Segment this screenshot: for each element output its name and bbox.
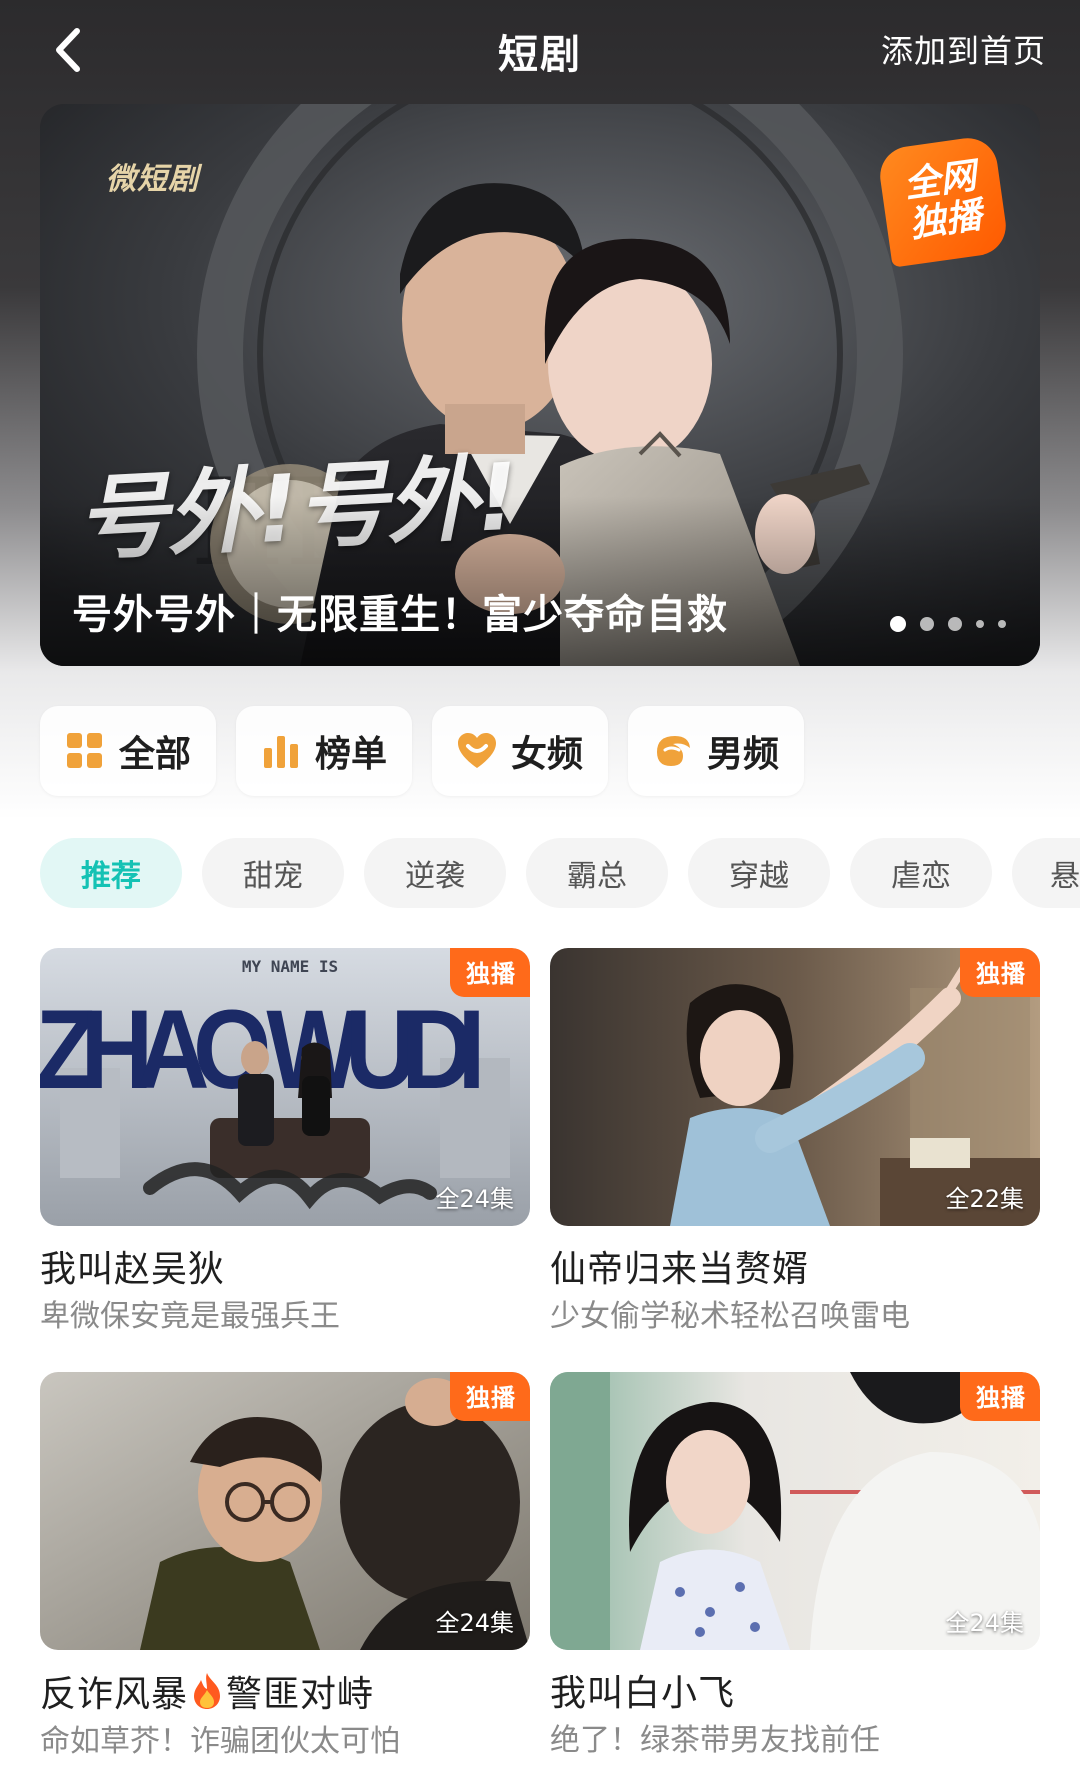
drama-subtitle: 卑微保安竟是最强兵王	[40, 1299, 340, 1334]
grid-icon	[65, 731, 105, 771]
category-male[interactable]: 男频	[628, 706, 804, 796]
poster-top-text: MY NAME IS	[242, 957, 338, 976]
drama-title[interactable]: 我叫赵吴狄	[40, 1248, 530, 1292]
exclusive-tag: 独播	[960, 948, 1040, 997]
drama-title[interactable]: 我叫白小飞	[550, 1672, 1040, 1716]
top-bar: 短剧 添加到首页	[0, 0, 1080, 98]
drama-subtitle: 绝了！绿茶带男友找前任	[550, 1723, 880, 1758]
drama-thumbnail[interactable]: 独播 全24集	[550, 1372, 1040, 1650]
drama-title-part-2: 警匪对峙	[226, 1674, 375, 1715]
short-drama-page: 短剧 添加到首页 微短剧 全网 独播 号外号外｜无限重生！富少夺命自救 全部 榜…	[0, 0, 1080, 1773]
category-female[interactable]: 女频	[432, 706, 608, 796]
banner-brand-logo: 微短剧	[106, 162, 199, 197]
banner-caption-shade	[40, 496, 1040, 666]
featured-banner[interactable]: III 微短剧 全网 独播 号外!号外! 号外	[40, 104, 1040, 666]
exclusive-badge: 全网 独播	[876, 134, 1010, 268]
episode-count: 全24集	[945, 1609, 1024, 1637]
episode-count: 全22集	[945, 1185, 1024, 1213]
drama-title-part-1: 反诈风暴	[40, 1674, 189, 1715]
genre-tabs: 推荐 甜宠 逆袭 霸总 穿越 虐恋 悬	[40, 838, 1080, 908]
category-shortcuts: 全部 榜单 女频 男频	[40, 706, 804, 796]
drama-subtitle: 命如草芥！诈骗团伙太可怕	[40, 1724, 400, 1759]
drama-thumbnail[interactable]: 独播 全22集	[550, 948, 1040, 1226]
carousel-dot-1[interactable]	[890, 616, 906, 632]
drama-thumbnail[interactable]: MY NAME IS ZHAO WUDI 独播 全24集	[40, 948, 530, 1226]
category-male-label: 男频	[706, 734, 779, 775]
add-to-home-button[interactable]: 添加到首页	[881, 26, 1046, 72]
chevron-left-icon	[56, 28, 80, 72]
badge-line-2: 独播	[907, 194, 985, 246]
tab-comeback[interactable]: 逆袭	[364, 838, 506, 908]
drama-card[interactable]: 独播 全22集 仙帝归来当赘婿 少女偷学秘术轻松召唤雷电	[550, 948, 1040, 1336]
drama-thumbnail[interactable]: 独播 全24集	[40, 1372, 530, 1650]
exclusive-tag: 独播	[450, 1372, 530, 1421]
episode-count: 全24集	[435, 1609, 514, 1637]
exclusive-tag: 独播	[450, 948, 530, 997]
swirl-icon	[653, 731, 693, 771]
category-ranking-label: 榜单	[314, 734, 387, 775]
drama-card[interactable]: MY NAME IS ZHAO WUDI 独播 全24集 我叫赵吴狄 卑微保安竟…	[40, 948, 530, 1336]
drama-card[interactable]: 独播 全24集 反诈风暴 警匪对峙 命如草芥！诈骗团伙太可怕	[40, 1372, 530, 1761]
exclusive-tag: 独播	[960, 1372, 1040, 1421]
tab-suspense[interactable]: 悬	[1012, 838, 1080, 908]
heart-icon	[457, 731, 497, 771]
banner-caption: 号外号外｜无限重生！富少夺命自救	[72, 592, 728, 638]
tab-sweet-romance[interactable]: 甜宠	[202, 838, 344, 908]
drama-card[interactable]: 独播 全24集 我叫白小飞 绝了！绿茶带男友找前任	[550, 1372, 1040, 1760]
tab-time-travel[interactable]: 穿越	[688, 838, 830, 908]
drama-subtitle: 少女偷学秘术轻松召唤雷电	[550, 1299, 910, 1334]
tab-recommend[interactable]: 推荐	[40, 838, 182, 908]
category-female-label: 女频	[510, 734, 583, 775]
tab-angst[interactable]: 虐恋	[850, 838, 992, 908]
carousel-dot-5[interactable]	[998, 620, 1006, 628]
carousel-dot-3[interactable]	[948, 617, 962, 631]
chart-bars-icon	[261, 731, 301, 771]
drama-title[interactable]: 仙帝归来当赘婿	[550, 1248, 1040, 1292]
episode-count: 全24集	[435, 1185, 514, 1213]
carousel-dot-4[interactable]	[976, 620, 984, 628]
category-all[interactable]: 全部	[40, 706, 216, 796]
carousel-indicator	[890, 616, 1006, 632]
category-ranking[interactable]: 榜单	[236, 706, 412, 796]
tab-ceo[interactable]: 霸总	[526, 838, 668, 908]
drama-title[interactable]: 反诈风暴 警匪对峙	[40, 1672, 530, 1717]
category-all-label: 全部	[118, 734, 191, 775]
fire-icon	[194, 1673, 221, 1709]
back-button[interactable]	[38, 20, 98, 80]
carousel-dot-2[interactable]	[920, 617, 934, 631]
